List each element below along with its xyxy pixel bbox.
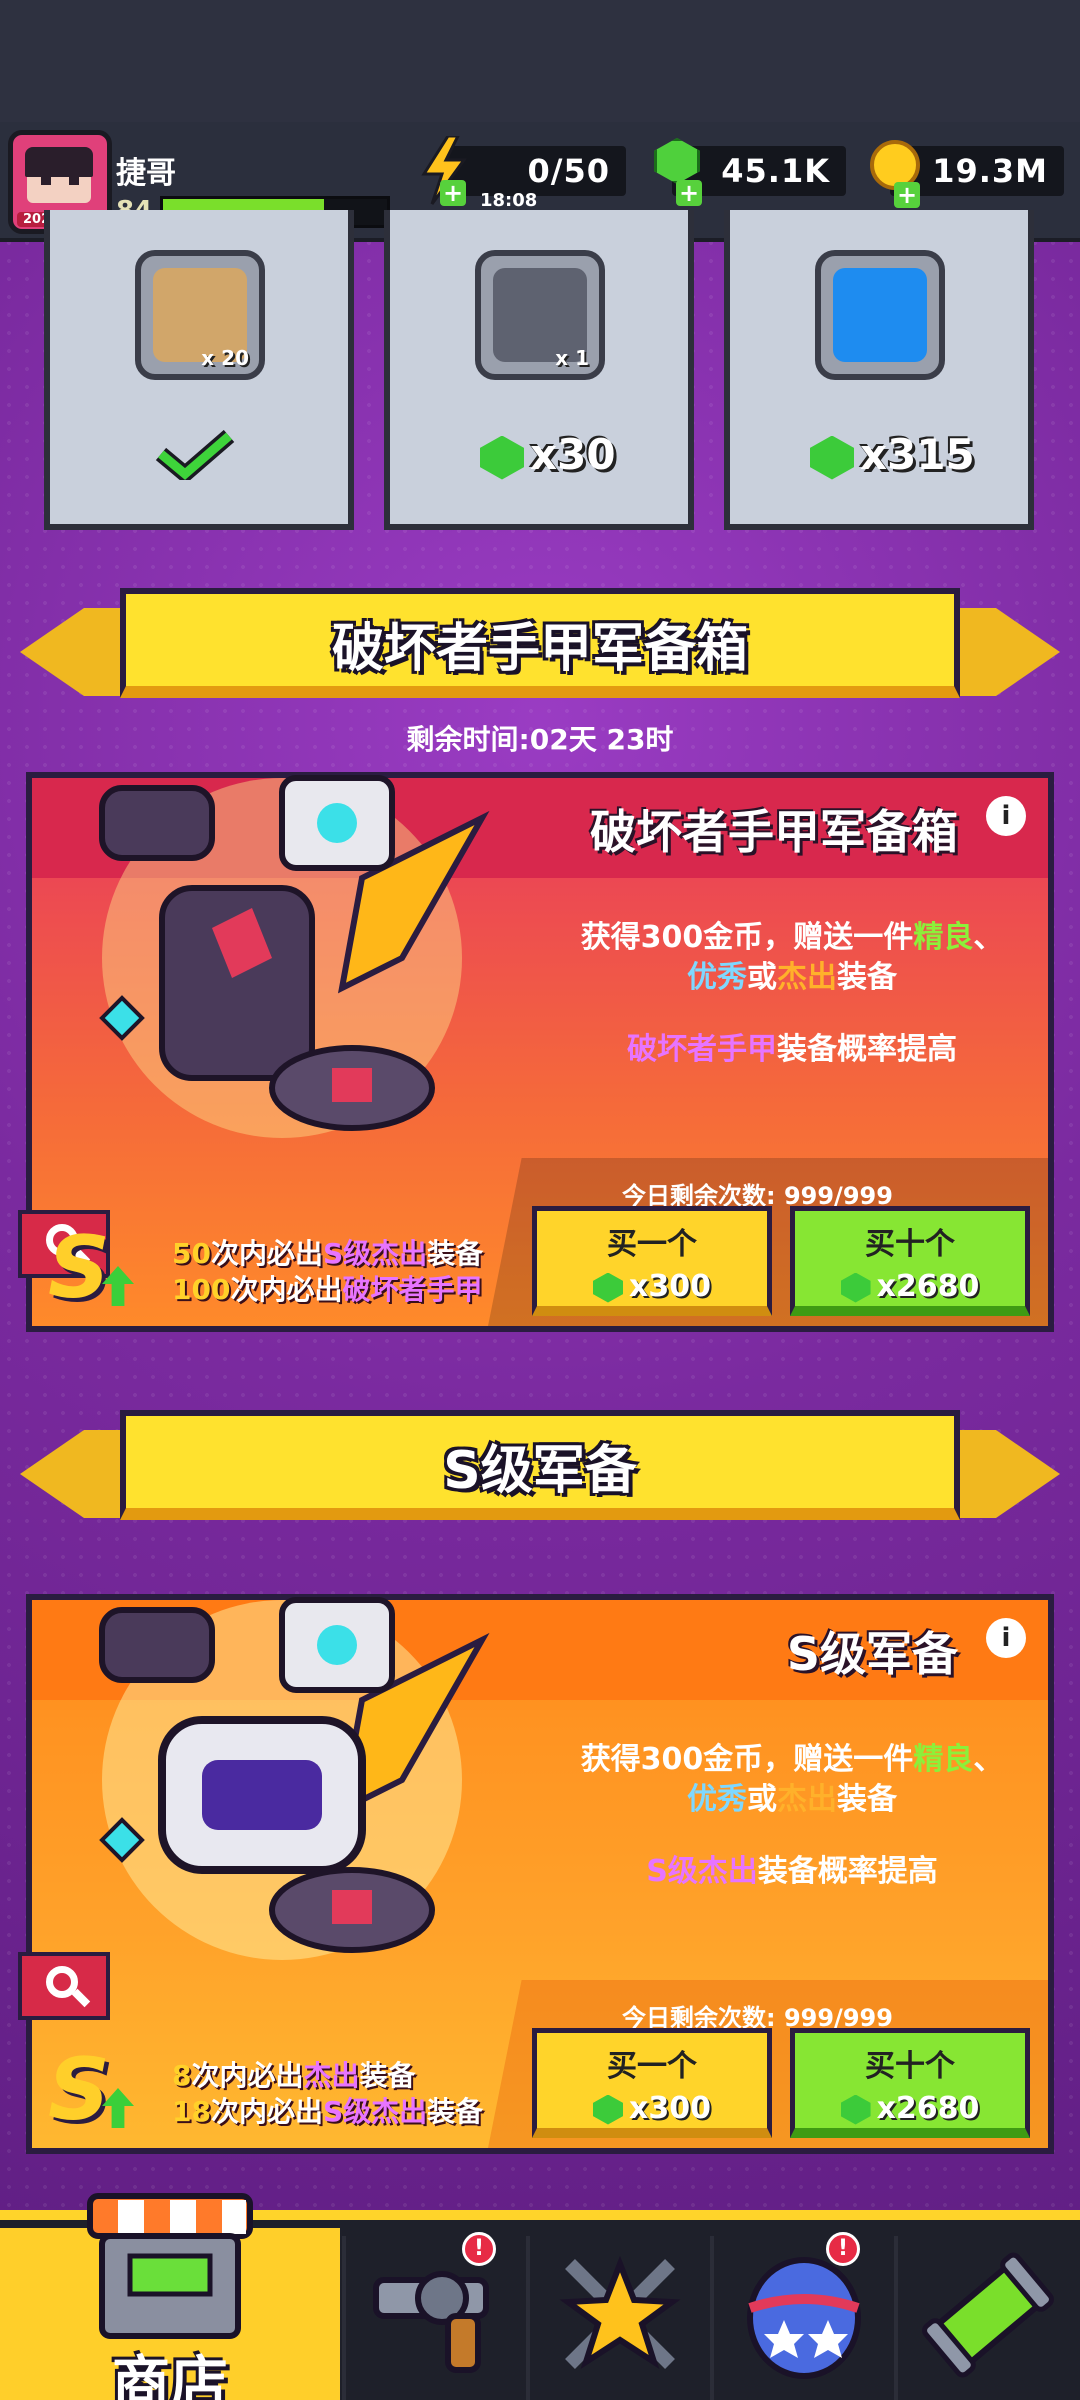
reward-card-claimed[interactable]: x 20 (44, 210, 354, 530)
item-count: x 1 (555, 346, 589, 370)
banner-title: 破坏者手甲军备箱 (331, 619, 748, 679)
gauntlet-equipment-art (99, 775, 490, 1138)
gem-icon (840, 1272, 871, 1303)
star-swords-icon (559, 2255, 681, 2370)
magnifier-handle (71, 1988, 91, 2008)
card-price: x315 (810, 430, 975, 480)
reward-card-chest[interactable]: x 1 x30 (384, 210, 694, 530)
offer-description: 获得300金币，赠送一件精良、 优秀或杰出装备 (580, 1742, 1004, 1817)
nav-tab-evolve[interactable] (898, 2230, 1080, 2400)
offer-description: 获得300金币，赠送一件精良、 优秀或杰出装备 (580, 920, 1004, 995)
notification-badge: ! (826, 2232, 860, 2266)
claw-icon (833, 268, 927, 362)
offer-panel: 破坏者手甲军备箱 i 获得300金币，赠送一件精良、 优秀或杰出装备 破坏者手甲… (18, 772, 1054, 1332)
section-banner: S级军备 (20, 1410, 1060, 1540)
reward-card-pet[interactable]: x315 (724, 210, 1034, 530)
boost-text: S级杰出装备概率提高 (646, 1854, 938, 1889)
panel-title: 破坏者手甲军备箱 (590, 805, 958, 859)
card-price: x30 (480, 430, 616, 480)
buy-ten-button[interactable]: 买十个 x2680 (790, 2028, 1030, 2138)
buy-one-button[interactable]: 买一个 x300 (532, 1206, 772, 1316)
s-rank-icon: S (48, 2040, 110, 2140)
avatar-eye (41, 175, 51, 185)
preview-button[interactable] (18, 1952, 110, 2020)
notification-badge: ! (462, 2232, 496, 2266)
info-icon[interactable]: i (986, 796, 1026, 836)
avatar-eye (69, 175, 79, 185)
add-coins-button[interactable]: + (894, 182, 920, 208)
nav-tab-shop-label: 商店 (111, 2349, 228, 2400)
gem-icon (810, 435, 854, 480)
gem-icon (840, 2094, 871, 2125)
energy-value: 0/50 (527, 152, 610, 190)
gem-icon (480, 435, 524, 480)
add-gems-button[interactable]: + (676, 180, 702, 206)
add-energy-button[interactable]: + (440, 180, 466, 206)
checkmark-icon (155, 430, 235, 480)
panel-title: S级军备 (786, 1627, 958, 1681)
section-banner: 破坏者手甲军备箱 (20, 588, 1060, 718)
event-timer: 剩余时间:02天 23时 (406, 723, 674, 756)
banner-title: S级军备 (443, 1441, 637, 1501)
s-rank-icon: S (48, 1218, 110, 1318)
revolver-icon (373, 2271, 489, 2373)
energy-timer: 18:08 (480, 190, 538, 211)
shop-icon (87, 2193, 253, 2339)
player-name: 捷哥 (116, 156, 176, 191)
guarantee-text: 8次内必出杰出装备 18次内必出S级杰出装备 (172, 2059, 484, 2128)
buy-one-button[interactable]: 买一个 x300 (532, 2028, 772, 2138)
item-slot (815, 250, 945, 380)
item-slot: x 20 (135, 250, 265, 380)
status-bar-area (0, 0, 1080, 122)
visor-equipment-art (99, 1597, 490, 1960)
nav-tab-events[interactable]: ! (714, 2230, 894, 2400)
nav-tab-battle[interactable] (530, 2230, 710, 2400)
gem-value: 45.1K (721, 152, 830, 190)
gem-icon (593, 2094, 623, 2125)
boost-text: 破坏者手甲装备概率提高 (627, 1032, 957, 1067)
item-slot: x 1 (475, 250, 605, 380)
egg-icon (747, 2257, 861, 2379)
offer-panel: S级军备 i 获得300金币，赠送一件精良、 优秀或杰出装备 S级杰出装备概率提… (18, 1594, 1054, 2154)
item-count: x 20 (201, 346, 249, 370)
dna-capsule-icon (922, 2252, 1054, 2378)
nav-tab-weapons[interactable]: ! (346, 2230, 526, 2400)
coin-value: 19.3M (932, 152, 1048, 190)
avatar-hair (25, 147, 93, 177)
info-icon[interactable]: i (986, 1618, 1026, 1658)
guarantee-text: 50次内必出S级杰出装备 100次内必出破坏者手甲 (172, 1237, 484, 1306)
buy-ten-button[interactable]: 买十个 x2680 (790, 1206, 1030, 1316)
gem-icon (593, 1272, 623, 1303)
